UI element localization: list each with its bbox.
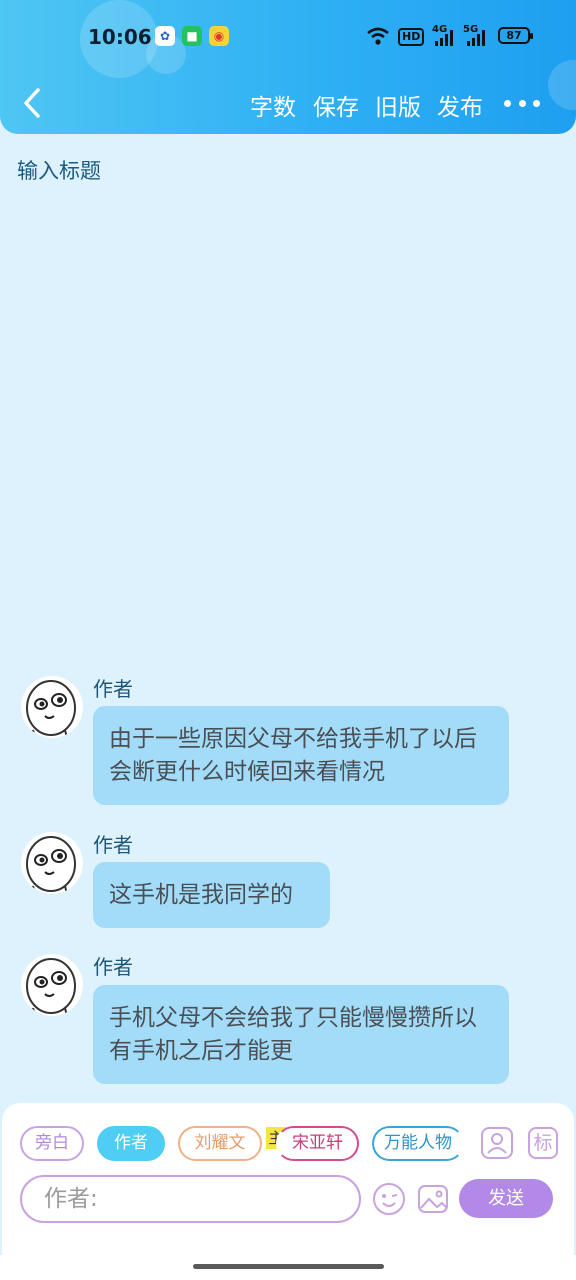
message-input[interactable]: 作者: (20, 1175, 361, 1223)
save-button[interactable]: 保存 (313, 88, 359, 122)
image-icon[interactable] (417, 1183, 449, 1215)
baidu-icon: ✿ (155, 26, 175, 46)
signal-4g-icon (435, 30, 453, 46)
cartoon-face-icon (26, 836, 76, 894)
emoji-icon[interactable] (372, 1182, 406, 1216)
mark-label: 标 (533, 1132, 553, 1154)
role-chip-author[interactable]: 作者 (97, 1126, 165, 1161)
title-input[interactable]: 输入标题 (17, 155, 101, 185)
avatar[interactable] (21, 954, 83, 1016)
message-bubble[interactable]: 这手机是我同学的 (93, 862, 330, 928)
wifi-icon (367, 27, 389, 45)
signal-5g-icon (467, 30, 485, 46)
author-name: 作者 (93, 677, 133, 701)
more-dot (504, 99, 511, 107)
status-bar: 10:06 ✿ ■ ◉ HD 4G 5G 87 (0, 0, 576, 74)
status-time: 10:06 (88, 25, 152, 49)
author-name: 作者 (93, 833, 133, 857)
home-indicator[interactable] (193, 1264, 384, 1269)
avatar[interactable] (21, 676, 83, 738)
message-bubble[interactable]: 由于一些原因父母不给我手机了以后会断更什么时候回来看情况 (93, 706, 509, 805)
author-name: 作者 (93, 955, 133, 979)
role-chip-universal[interactable]: 万能人物 (372, 1126, 464, 1161)
person-icon (487, 1133, 507, 1154)
avatar[interactable] (21, 832, 83, 894)
mark-button[interactable]: 标 (528, 1127, 558, 1159)
send-button[interactable]: 发送 (459, 1179, 553, 1218)
weibo-icon: ◉ (209, 26, 229, 46)
cartoon-face-icon (26, 680, 76, 738)
more-dot (518, 99, 526, 107)
old-version-button[interactable]: 旧版 (375, 88, 421, 122)
role-chip-song-yaxuan[interactable]: 宋亚轩 (276, 1126, 359, 1161)
cartoon-face-icon (26, 958, 76, 1016)
more-dot (533, 99, 540, 107)
role-chip-liu-yaowen[interactable]: 刘耀文 (178, 1126, 262, 1161)
role-chip-narration[interactable]: 旁白 (20, 1126, 84, 1161)
battery-indicator: 87 (498, 27, 533, 44)
message-bubble[interactable]: 手机父母不会给我了只能慢慢攒所以有手机之后才能更 (93, 985, 509, 1084)
character-manage-button[interactable] (481, 1127, 513, 1159)
top-bar: 10:06 ✿ ■ ◉ HD 4G 5G 87 字数 保存 旧版 发布 (0, 0, 576, 134)
hd-badge: HD (398, 28, 425, 46)
more-options-icon[interactable] (504, 96, 540, 110)
back-arrow-icon[interactable] (16, 84, 50, 122)
publish-button[interactable]: 发布 (437, 88, 483, 122)
message-app-icon: ■ (182, 26, 202, 46)
word-count-button[interactable]: 字数 (250, 88, 296, 122)
